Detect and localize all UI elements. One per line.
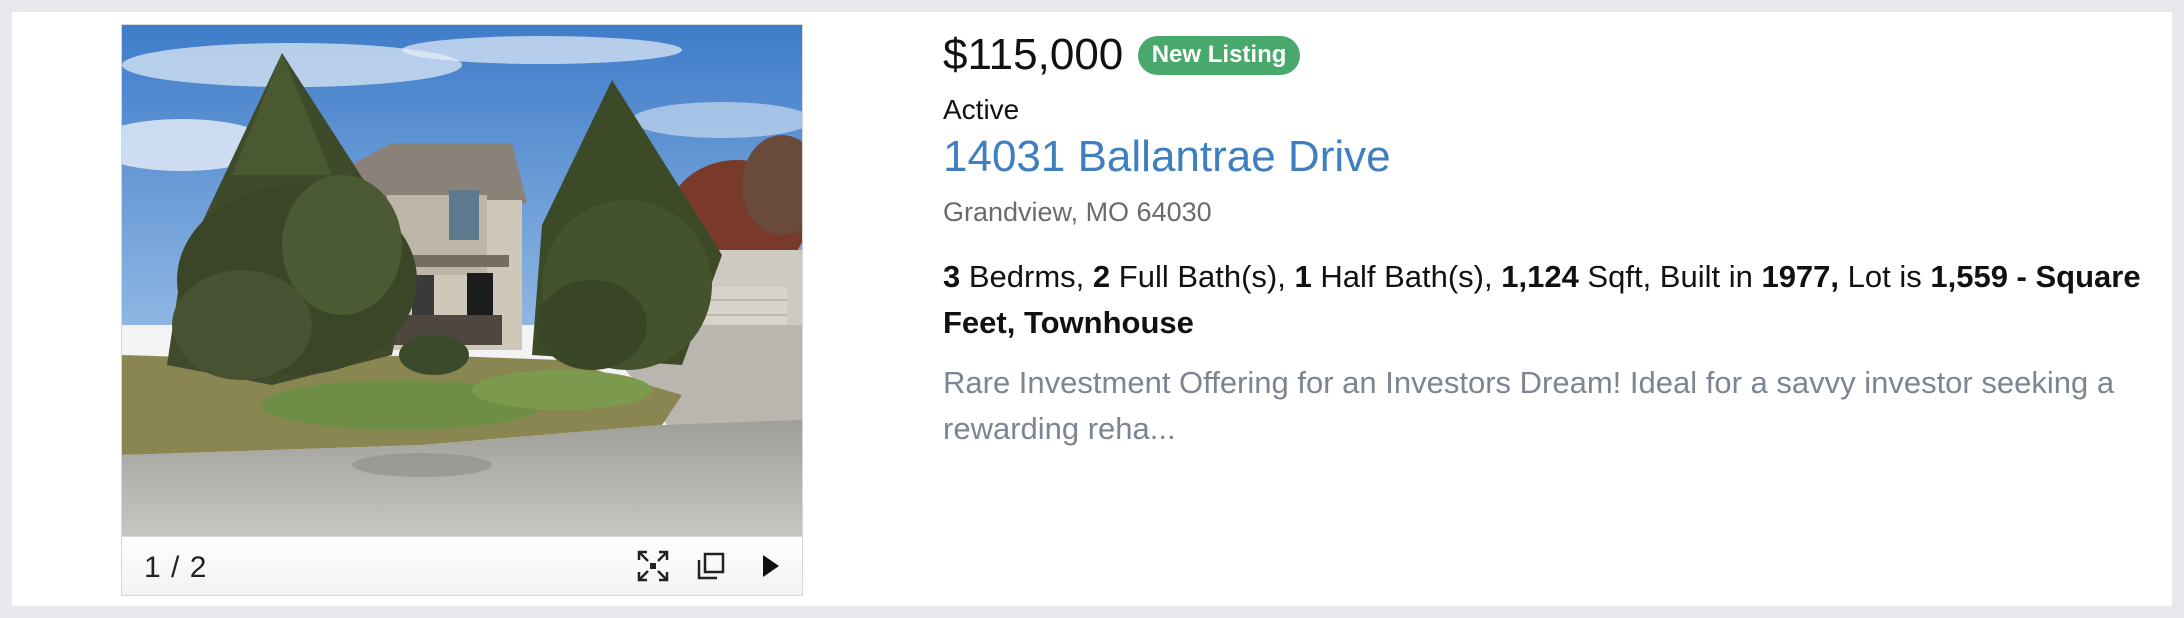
listing-address-link[interactable]: 14031 Ballantrae Drive: [943, 132, 1391, 182]
listing-card: 1 / 2 $115,000 New Listing Active 14031 …: [12, 12, 2172, 606]
half-baths-value: 1: [1294, 259, 1312, 294]
listing-photo[interactable]: [122, 25, 802, 536]
gallery-toolbar: 1 / 2: [122, 536, 802, 595]
listing-price: $115,000: [943, 30, 1124, 79]
photo-counter: 1 / 2: [144, 551, 208, 584]
full-baths-value: 2: [1092, 259, 1111, 294]
new-listing-badge: New Listing: [1137, 35, 1301, 75]
photo-gallery[interactable]: 1 / 2: [121, 24, 803, 596]
half-baths-label: Half Bath(s),: [1311, 259, 1502, 294]
open-in-new-window-icon[interactable]: [694, 549, 728, 583]
sqft-label: Sqft, Built in: [1578, 259, 1762, 294]
beds-label: Bedrms,: [960, 259, 1093, 294]
listing-status: Active: [943, 94, 1020, 125]
year-built-value: 1977,: [1761, 259, 1840, 294]
price-row: $115,000 New Listing: [943, 30, 1301, 86]
beds-value: 3: [943, 259, 961, 294]
listing-description: Rare Investment Offering for an Investor…: [943, 365, 2115, 446]
lot-label: Lot is: [1839, 259, 1931, 294]
listing-city-line: Grandview, MO 64030: [943, 197, 1212, 227]
full-baths-label: Full Bath(s),: [1110, 259, 1295, 294]
listing-facts: 3 Bedrms, 2 Full Bath(s), 1 Half Bath(s)…: [943, 254, 2143, 346]
sqft-value: 1,124: [1501, 259, 1579, 294]
play-next-triangle-icon[interactable]: [752, 549, 786, 583]
fullscreen-expand-icon[interactable]: [636, 549, 670, 583]
